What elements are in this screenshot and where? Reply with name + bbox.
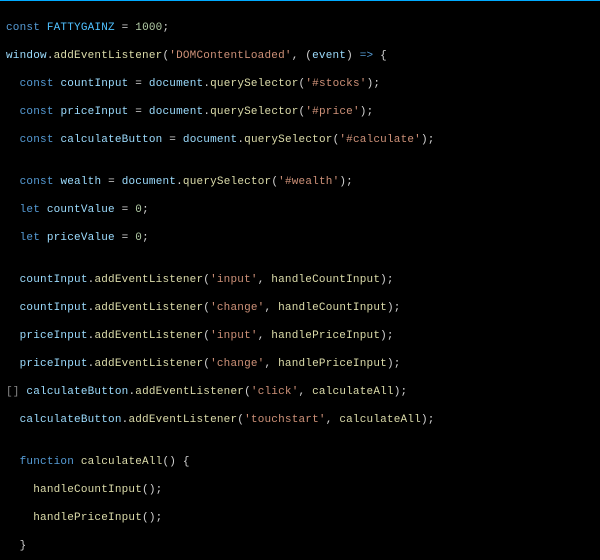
keyword: const: [6, 22, 40, 34]
code-line: const FATTYGAINZ = 1000;: [6, 21, 598, 35]
operator: =: [122, 22, 129, 34]
code-line: const calculateButton = document.querySe…: [6, 133, 598, 147]
code-line: const priceInput = document.querySelecto…: [6, 105, 598, 119]
code-line: let priceValue = 0;: [6, 231, 598, 245]
code-line: handleCountInput();: [6, 483, 598, 497]
code-line: [] calculateButton.addEventListener('cli…: [6, 385, 598, 399]
code-line: handlePriceInput();: [6, 511, 598, 525]
string: 'DOMContentLoaded': [169, 50, 291, 62]
top-ruler: [0, 0, 600, 1]
code-line: priceInput.addEventListener('change', ha…: [6, 357, 598, 371]
code-line: }: [6, 539, 598, 553]
identifier: window: [6, 50, 47, 62]
code-line: function calculateAll() {: [6, 455, 598, 469]
punct: ;: [163, 22, 170, 34]
gutter-mark: []: [6, 386, 20, 398]
code-line: countInput.addEventListener('change', ha…: [6, 301, 598, 315]
code-line: calculateButton.addEventListener('touchs…: [6, 413, 598, 427]
code-line: let countValue = 0;: [6, 203, 598, 217]
code-line: const wealth = document.querySelector('#…: [6, 175, 598, 189]
number: 1000: [135, 22, 162, 34]
code-line: priceInput.addEventListener('input', han…: [6, 329, 598, 343]
identifier: FATTYGAINZ: [47, 22, 115, 34]
code-editor[interactable]: const FATTYGAINZ = 1000; window.addEvent…: [0, 3, 600, 560]
code-line: countInput.addEventListener('input', han…: [6, 273, 598, 287]
method: addEventListener: [54, 50, 163, 62]
code-line: const countInput = document.querySelecto…: [6, 77, 598, 91]
code-line: window.addEventListener('DOMContentLoade…: [6, 49, 598, 63]
